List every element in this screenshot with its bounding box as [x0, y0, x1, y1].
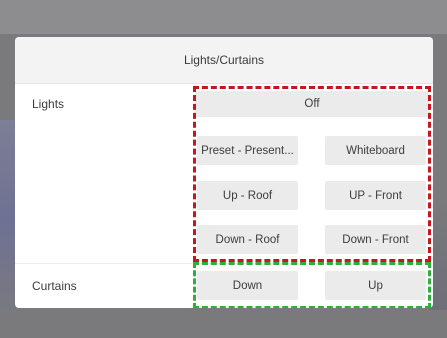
curtains-down-button[interactable]: Down	[197, 271, 298, 300]
lights-down-roof-button[interactable]: Down - Roof	[197, 225, 298, 254]
lights-up-roof-button[interactable]: Up - Roof	[197, 181, 298, 210]
lights-preset-present-button[interactable]: Preset - Present...	[197, 136, 298, 165]
background-top-band	[0, 0, 447, 34]
lights-curtains-panel: Lights/Curtains Lights Off Preset - Pres…	[15, 37, 433, 308]
curtains-up-button[interactable]: Up	[325, 271, 426, 300]
panel-title: Lights/Curtains	[15, 37, 433, 84]
lights-whiteboard-button[interactable]: Whiteboard	[325, 136, 426, 165]
row-divider	[15, 263, 433, 264]
lights-off-button[interactable]: Off	[195, 91, 429, 117]
lights-up-front-button[interactable]: UP - Front	[325, 181, 426, 210]
lights-down-front-button[interactable]: Down - Front	[325, 225, 426, 254]
lights-label: Lights	[32, 97, 65, 111]
curtains-label: Curtains	[32, 279, 77, 293]
